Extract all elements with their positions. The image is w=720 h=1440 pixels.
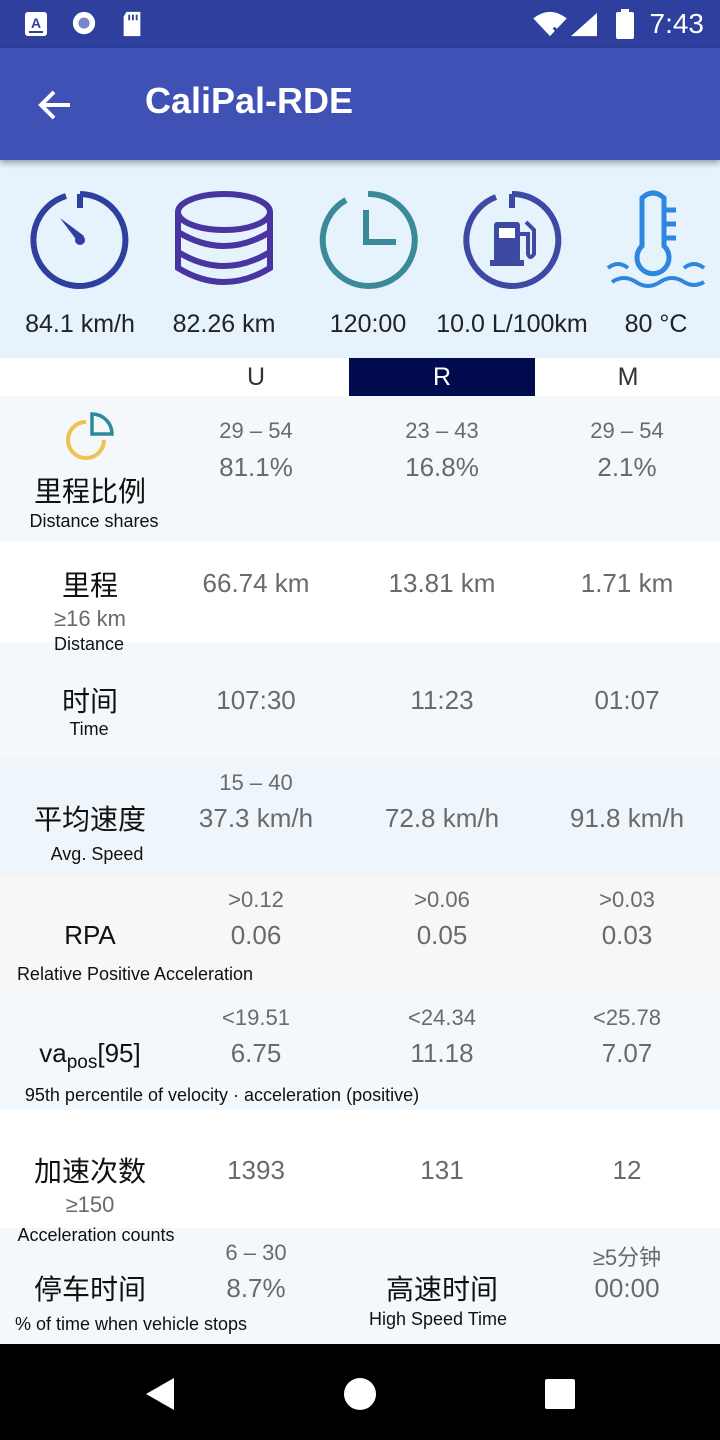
pie-chart-icon [66, 412, 114, 460]
high-speed-label-zh: 高速时间 [385, 1274, 499, 1305]
coolant-temperature-icon [606, 190, 706, 288]
avg-speed-label-zh: 平均速度 [33, 804, 147, 835]
time-r-value: 11:23 [410, 685, 474, 715]
rpa-m-value: 0.03 [601, 920, 653, 950]
share-u-value: 81.1% [219, 452, 293, 482]
vapos-label: vapos[95] [39, 1038, 140, 1074]
accel-counts-label-zh: 加速次数 [33, 1156, 147, 1187]
a-badge-icon: A [25, 12, 47, 36]
stop-time-value: 8.7% [226, 1273, 286, 1303]
time-u-value: 107:30 [216, 685, 296, 715]
high-speed-label-en: High Speed Time [368, 1309, 508, 1329]
wifi-icon [533, 11, 567, 37]
navigation-bar [0, 1344, 720, 1440]
clock-icon [319, 190, 418, 289]
vapos-m-value: 7.07 [601, 1038, 653, 1068]
app-bar: CaliPal-RDE [0, 48, 720, 160]
rpa-r-range: >0.06 [414, 887, 470, 912]
record-icon [72, 11, 96, 35]
app-title: CaliPal-RDE [145, 80, 354, 121]
time-label-en: Time [69, 719, 109, 739]
rpa-m-range: >0.03 [599, 887, 655, 912]
rpa-r-value: 0.05 [416, 920, 468, 950]
signal-icon [571, 12, 597, 37]
accel-counts-r-value: 131 [420, 1155, 464, 1185]
distance-label-limit: ≥16 km [54, 606, 126, 631]
battery-icon [616, 9, 634, 39]
high-speed-range: ≥5分钟 [592, 1245, 662, 1270]
accel-counts-label-en: Acceleration counts [17, 1225, 175, 1245]
vapos-m-range: <25.78 [593, 1005, 661, 1030]
column-header-u[interactable]: U [163, 358, 349, 396]
accel-counts-m-value: 12 [612, 1155, 642, 1185]
distance-value: 82.26 km [172, 310, 276, 338]
distance-u-value: 66.74 km [202, 568, 310, 598]
avg-speed-u-range: 15 – 40 [219, 770, 293, 795]
stop-time-range: 6 – 30 [225, 1240, 287, 1265]
avg-speed-label-en: Avg. Speed [50, 844, 144, 864]
stop-time-label-en: % of time when vehicle stops [14, 1314, 248, 1334]
high-speed-value: 00:00 [594, 1273, 660, 1303]
share-u-range: 29 – 54 [219, 418, 293, 443]
column-header-m[interactable]: M [535, 358, 720, 396]
speed-value: 84.1 km/h [25, 310, 135, 338]
svg-text:A: A [31, 15, 41, 31]
rpa-label-en: Relative Positive Acceleration [16, 964, 254, 984]
distance-m-value: 1.71 km [580, 568, 674, 598]
avg-speed-r-value: 72.8 km/h [384, 803, 500, 833]
stop-time-label-zh: 停车时间 [33, 1274, 147, 1305]
column-header-r[interactable]: R [349, 358, 535, 396]
nav-home-icon[interactable] [340, 1374, 380, 1414]
vapos-u-value: 6.75 [230, 1038, 282, 1068]
time-label-zh: 时间 [61, 686, 119, 717]
temperature-value: 80 °C [624, 310, 688, 338]
nav-recents-icon[interactable] [540, 1374, 580, 1414]
vapos-label-suffix: [95] [97, 1038, 141, 1068]
time-m-value: 01:07 [594, 685, 660, 715]
vapos-label-en: 95th percentile of velocity · accelerati… [24, 1085, 420, 1105]
speedometer-icon [30, 191, 129, 289]
summary-panel: 84.1 km/h 82.26 km 120:00 10.0 L/100km 8… [0, 160, 720, 358]
avg-speed-m-value: 91.8 km/h [569, 803, 685, 833]
distance-label-en: Distance [53, 634, 125, 654]
status-time: 7:43 [649, 8, 705, 39]
distance-shares-label-zh: 里程比例 [33, 476, 147, 507]
share-r-range: 23 – 43 [405, 418, 479, 443]
rpa-u-value: 0.06 [230, 920, 282, 950]
rpa-label: RPA [64, 920, 116, 950]
time-value: 120:00 [329, 310, 407, 338]
accel-counts-u-value: 1393 [227, 1155, 285, 1185]
share-r-value: 16.8% [405, 452, 479, 482]
arrow-back-icon[interactable] [30, 80, 80, 130]
vapos-u-range: <19.51 [222, 1005, 290, 1030]
distance-label-zh: 里程 [61, 570, 119, 601]
vapos-r-range: <24.34 [408, 1005, 476, 1030]
share-m-value: 2.1% [597, 452, 657, 482]
distance-stack-icon [175, 191, 273, 285]
vapos-label-main: va [39, 1038, 67, 1068]
rpa-u-range: >0.12 [228, 887, 284, 912]
vapos-r-value: 11.18 [410, 1038, 474, 1068]
accel-counts-label-limit: ≥150 [65, 1192, 115, 1217]
nav-back-icon[interactable] [140, 1374, 180, 1414]
fuel-value: 10.0 L/100km [436, 310, 588, 338]
vapos-label-sub: pos [66, 1052, 98, 1074]
distance-shares-label-en: Distance shares [29, 511, 159, 531]
avg-speed-u-value: 37.3 km/h [198, 803, 314, 833]
share-m-range: 29 – 54 [590, 418, 664, 443]
status-bar: A 7:43 [0, 0, 720, 48]
fuel-pump-icon [463, 190, 562, 289]
distance-r-value: 13.81 km [388, 568, 496, 598]
sd-card-icon [123, 11, 141, 37]
